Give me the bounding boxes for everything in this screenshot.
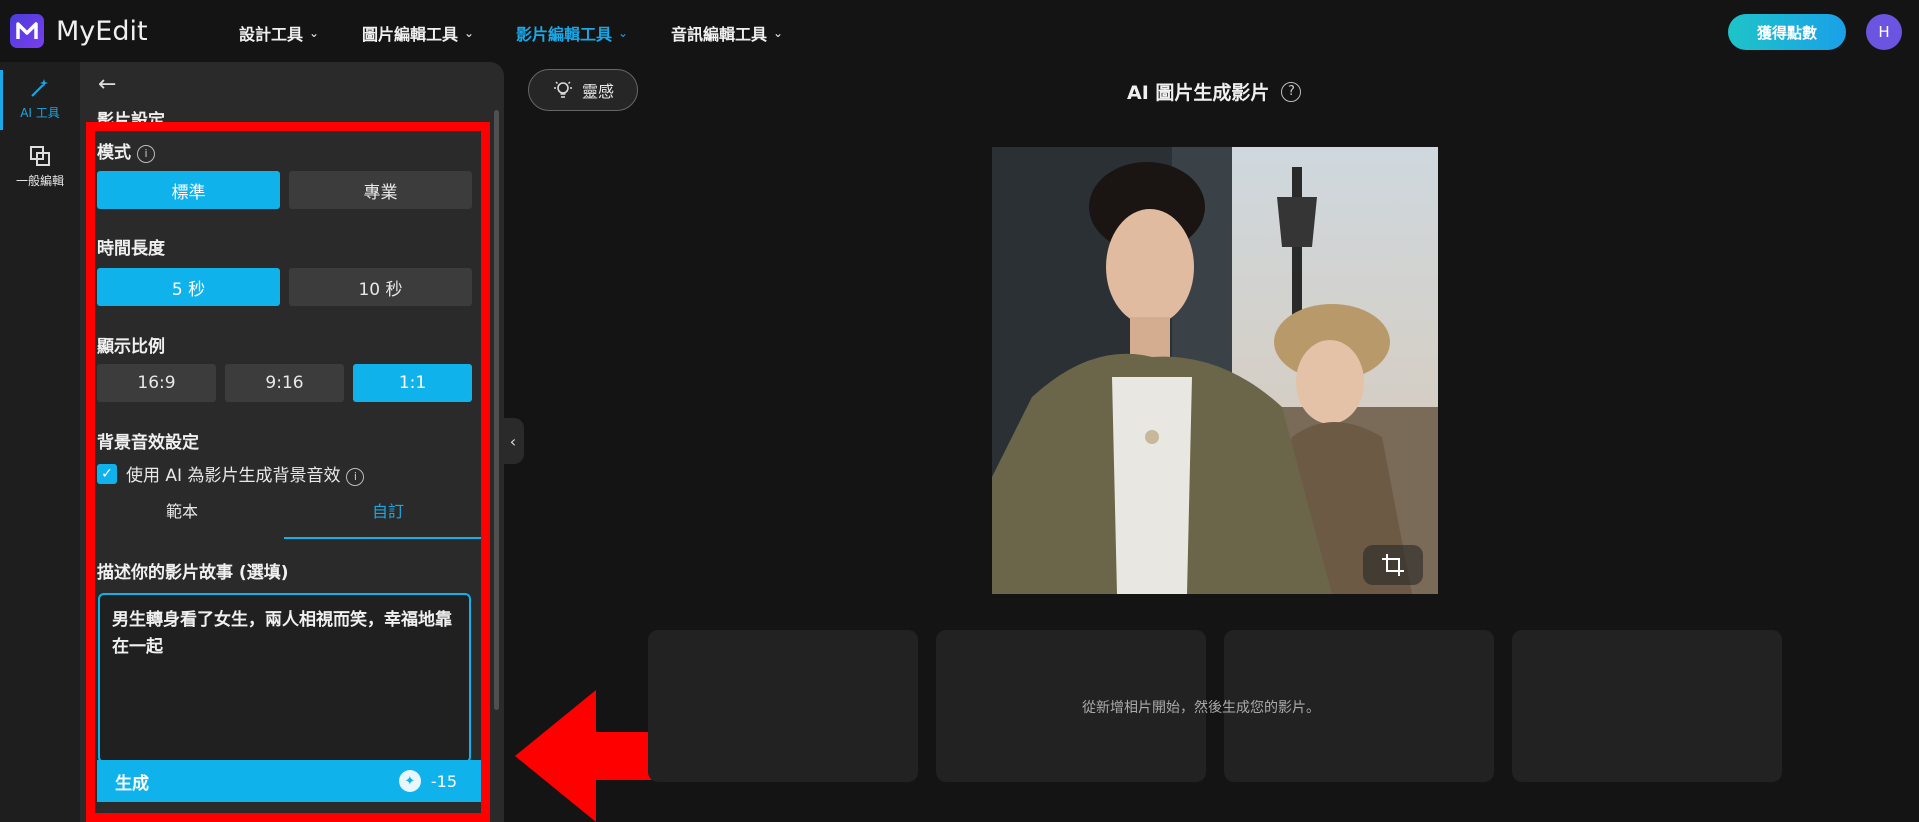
story-label: 描述你的影片故事 (選填) bbox=[97, 563, 289, 583]
active-tab-indicator bbox=[284, 537, 484, 539]
tab-template[interactable]: 範本 bbox=[82, 502, 282, 542]
empty-state-hint: 從新增相片開始，然後生成您的影片。 bbox=[1082, 700, 1320, 716]
ratio-9-16-button[interactable]: 9:16 bbox=[225, 364, 344, 402]
crop-button[interactable] bbox=[1363, 545, 1423, 585]
bgm-checkbox-label: 使用 AI 為影片生成背景音效 i bbox=[126, 461, 365, 486]
ratio-16-9-button[interactable]: 16:9 bbox=[97, 364, 216, 402]
duration-label: 時間長度 bbox=[97, 239, 165, 259]
rail-label: AI 工具 bbox=[20, 106, 60, 120]
mode-pro-button[interactable]: 專業 bbox=[289, 171, 472, 209]
credit-coin-icon: ✦ bbox=[398, 770, 421, 792]
ratio-1-1-button[interactable]: 1:1 bbox=[353, 364, 472, 402]
myedit-logo-icon[interactable] bbox=[10, 14, 44, 48]
crop-icon bbox=[1382, 554, 1404, 576]
panel-scrollbar[interactable] bbox=[494, 110, 499, 710]
nav-audio-tools[interactable]: 音訊編輯工具 ⌄ bbox=[671, 21, 783, 45]
info-icon[interactable]: i bbox=[346, 468, 365, 486]
page-title: AI 圖片生成影片 ? bbox=[1127, 78, 1302, 105]
bgm-checkbox[interactable]: ✓ bbox=[97, 464, 117, 484]
cost-value: -15 bbox=[430, 771, 457, 791]
nav-design-tools[interactable]: 設計工具 ⌄ bbox=[239, 21, 319, 45]
lightbulb-icon bbox=[553, 81, 572, 98]
info-icon[interactable]: i bbox=[137, 145, 155, 163]
top-bar: MyEdit 設計工具 ⌄ 圖片編輯工具 ⌄ 影片編輯工具 ⌄ 音訊編輯工具 ⌄ 獲得點… bbox=[0, 0, 1919, 62]
tab-custom[interactable]: 自訂 bbox=[288, 502, 488, 542]
ratio-label: 顯示比例 bbox=[97, 337, 165, 357]
help-icon[interactable]: ? bbox=[1281, 81, 1302, 102]
rail-item-ai-tools[interactable]: AI 工具 bbox=[0, 76, 80, 121]
generate-button[interactable]: 生成 ✦ -15 bbox=[97, 760, 485, 802]
bgm-label: 背景音效設定 bbox=[97, 433, 199, 453]
video-slot bbox=[1512, 630, 1782, 782]
tool-rail: AI 工具 一般編輯 bbox=[0, 62, 80, 822]
uploaded-photo bbox=[992, 147, 1438, 594]
rail-item-general-edit[interactable]: 一般編輯 bbox=[0, 144, 80, 189]
mode-standard-button[interactable]: 標準 bbox=[97, 171, 280, 209]
duration-5s-button[interactable]: 5 秒 bbox=[97, 268, 280, 306]
avatar[interactable]: H bbox=[1866, 14, 1902, 50]
generate-cost: ✦ -15 bbox=[398, 770, 457, 792]
rail-label: 一般編輯 bbox=[15, 174, 64, 188]
nav-video-tools[interactable]: 影片編輯工具 ⌄ bbox=[516, 21, 628, 45]
story-textarea[interactable]: 男生轉身看了女生，兩人相視而笑，幸福地靠在一起 bbox=[98, 593, 471, 763]
inspiration-button[interactable]: 靈感 bbox=[528, 69, 638, 111]
magic-wand-icon bbox=[31, 79, 48, 97]
chevron-down-icon: ⌄ bbox=[618, 26, 629, 40]
chevron-down-icon: ⌄ bbox=[309, 26, 320, 40]
mode-label: 模式 i bbox=[97, 138, 155, 163]
chevron-down-icon: ⌄ bbox=[464, 26, 475, 40]
duration-10s-button[interactable]: 10 秒 bbox=[289, 268, 472, 306]
panel-title: 影片設定 bbox=[97, 111, 165, 131]
generate-label: 生成 bbox=[115, 773, 149, 794]
collapse-panel-button[interactable]: ‹ bbox=[502, 418, 524, 464]
chevron-down-icon: ⌄ bbox=[773, 26, 784, 40]
layers-icon bbox=[30, 146, 50, 166]
logo-text[interactable]: MyEdit bbox=[56, 16, 148, 47]
video-slot bbox=[648, 630, 918, 782]
nav-image-tools[interactable]: 圖片編輯工具 ⌄ bbox=[362, 21, 474, 45]
inspiration-label: 靈感 bbox=[581, 82, 614, 101]
get-points-button[interactable]: 獲得點數 bbox=[1728, 14, 1846, 50]
back-arrow-icon[interactable]: ← bbox=[98, 72, 116, 97]
